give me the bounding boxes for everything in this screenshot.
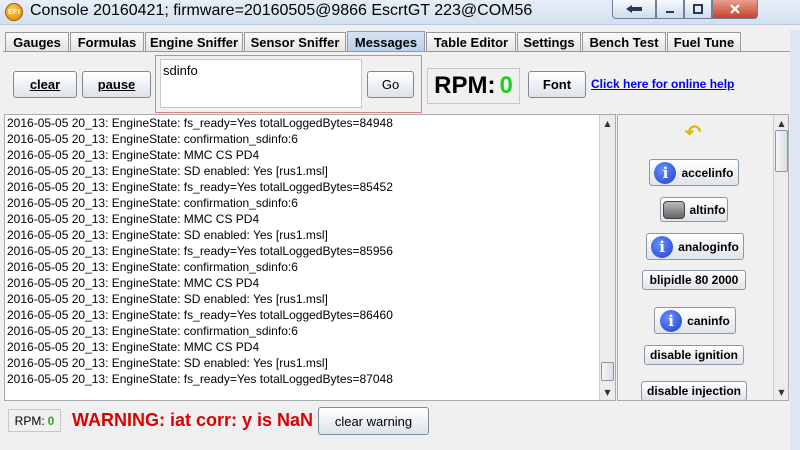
tab-settings[interactable]: Settings bbox=[517, 32, 581, 52]
clear-button[interactable]: clear bbox=[13, 71, 77, 98]
log-line: 2016-05-05 20_13: EngineState: fs_ready=… bbox=[7, 308, 393, 322]
minimize-icon bbox=[666, 11, 674, 13]
log-lines: 2016-05-05 20_13: EngineState: fs_ready=… bbox=[7, 115, 393, 387]
restore-window-button[interactable] bbox=[612, 0, 656, 19]
scroll-up-arrow-icon[interactable]: ▲ bbox=[600, 116, 615, 130]
info-icon: i bbox=[651, 235, 674, 258]
maximize-button[interactable] bbox=[684, 0, 712, 19]
maximize-icon bbox=[693, 4, 703, 14]
window-title: Console 20160421; firmware=20160505@9866… bbox=[30, 2, 533, 19]
altinfo-label: altinfo bbox=[689, 202, 726, 217]
log-line: 2016-05-05 20_13: EngineState: fs_ready=… bbox=[7, 372, 393, 386]
command-shortcut-panel: ↶ i accelinfo altinfo i analoginfo blipi… bbox=[617, 114, 789, 401]
log-line: 2016-05-05 20_13: EngineState: fs_ready=… bbox=[7, 180, 393, 194]
log-line: 2016-05-05 20_13: EngineState: fs_ready=… bbox=[7, 244, 393, 258]
log-line: 2016-05-05 20_13: EngineState: confirmat… bbox=[7, 260, 298, 274]
log-line: 2016-05-05 20_13: EngineState: fs_ready=… bbox=[7, 116, 393, 130]
tab-bar: Gauges Formulas Engine Sniffer Sensor Sn… bbox=[3, 30, 797, 52]
rpm-display: RPM: 0 bbox=[427, 68, 520, 104]
caninfo-label: caninfo bbox=[687, 313, 730, 328]
app-logo-icon: EFI bbox=[5, 3, 23, 21]
status-rpm-label: RPM: bbox=[14, 413, 45, 428]
log-scrollbar[interactable]: ▲ ▼ bbox=[599, 115, 615, 400]
command-panel-scrollbar[interactable]: ▲ ▼ bbox=[773, 115, 788, 400]
log-line: 2016-05-05 20_13: EngineState: confirmat… bbox=[7, 196, 298, 210]
online-help-link[interactable]: Click here for online help bbox=[591, 77, 734, 91]
scroll-up-arrow-icon[interactable]: ▲ bbox=[774, 116, 788, 130]
disable-ignition-button[interactable]: disable ignition bbox=[644, 345, 744, 365]
undo-arrow-icon[interactable]: ↶ bbox=[682, 120, 704, 144]
caninfo-button[interactable]: i caninfo bbox=[654, 307, 736, 334]
info-icon: i bbox=[654, 161, 677, 184]
pause-button[interactable]: pause bbox=[82, 71, 151, 98]
log-line: 2016-05-05 20_13: EngineState: MMC CS PD… bbox=[7, 276, 260, 290]
close-icon bbox=[730, 4, 740, 14]
log-line: 2016-05-05 20_13: EngineState: SD enable… bbox=[7, 228, 328, 242]
accelinfo-button[interactable]: i accelinfo bbox=[649, 159, 739, 186]
message-log[interactable]: 2016-05-05 20_13: EngineState: fs_ready=… bbox=[4, 114, 616, 401]
log-line: 2016-05-05 20_13: EngineState: SD enable… bbox=[7, 292, 328, 306]
tab-engine-sniffer[interactable]: Engine Sniffer bbox=[145, 32, 243, 52]
tab-bench-test[interactable]: Bench Test bbox=[582, 32, 666, 52]
tab-gauges[interactable]: Gauges bbox=[5, 32, 69, 52]
log-line: 2016-05-05 20_13: EngineState: confirmat… bbox=[7, 132, 298, 146]
log-line: 2016-05-05 20_13: EngineState: confirmat… bbox=[7, 324, 298, 338]
scroll-down-arrow-icon[interactable]: ▼ bbox=[600, 385, 615, 399]
log-line: 2016-05-05 20_13: EngineState: MMC CS PD… bbox=[7, 340, 260, 354]
analoginfo-button[interactable]: i analoginfo bbox=[646, 233, 744, 260]
disable-injection-button[interactable]: disable injection bbox=[641, 381, 747, 400]
command-input[interactable]: sdinfo bbox=[160, 59, 362, 108]
minimize-button[interactable] bbox=[656, 0, 684, 19]
blipidle-button[interactable]: blipidle 80 2000 bbox=[642, 270, 746, 290]
tab-divider bbox=[3, 51, 797, 52]
status-rpm-display: RPM: 0 bbox=[8, 409, 61, 432]
rpm-value: 0 bbox=[499, 72, 513, 99]
close-window-button[interactable] bbox=[712, 0, 758, 19]
status-rpm-value: 0 bbox=[47, 413, 55, 428]
window-titlebar: EFI Console 20160421; firmware=20160505@… bbox=[0, 0, 800, 25]
rpm-label: RPM: bbox=[434, 72, 496, 99]
go-button[interactable]: Go bbox=[367, 71, 414, 98]
log-scroll-thumb[interactable] bbox=[601, 362, 614, 381]
tab-messages[interactable]: Messages bbox=[347, 31, 425, 52]
command-scroll-thumb[interactable] bbox=[775, 130, 788, 172]
analoginfo-label: analoginfo bbox=[678, 239, 739, 254]
tab-sensor-sniffer[interactable]: Sensor Sniffer bbox=[244, 32, 346, 52]
font-button[interactable]: Font bbox=[528, 71, 586, 98]
tab-formulas[interactable]: Formulas bbox=[70, 32, 144, 52]
log-line: 2016-05-05 20_13: EngineState: SD enable… bbox=[7, 356, 328, 370]
warning-message: WARNING: iat corr: y is NaN bbox=[72, 410, 314, 430]
scroll-down-arrow-icon[interactable]: ▼ bbox=[774, 385, 788, 399]
window-right-edge bbox=[790, 30, 800, 450]
info-icon: i bbox=[660, 309, 683, 332]
clear-warning-button[interactable]: clear warning bbox=[318, 407, 429, 435]
alternator-icon bbox=[662, 200, 685, 219]
log-line: 2016-05-05 20_13: EngineState: SD enable… bbox=[7, 164, 328, 178]
restore-arrow-icon bbox=[626, 5, 642, 13]
log-line: 2016-05-05 20_13: EngineState: MMC CS PD… bbox=[7, 212, 260, 226]
log-line: 2016-05-05 20_13: EngineState: MMC CS PD… bbox=[7, 148, 260, 162]
tab-table-editor[interactable]: Table Editor bbox=[426, 32, 516, 52]
accelinfo-label: accelinfo bbox=[681, 165, 734, 180]
tab-fuel-tune[interactable]: Fuel Tune bbox=[667, 32, 741, 52]
altinfo-button[interactable]: altinfo bbox=[660, 197, 728, 222]
